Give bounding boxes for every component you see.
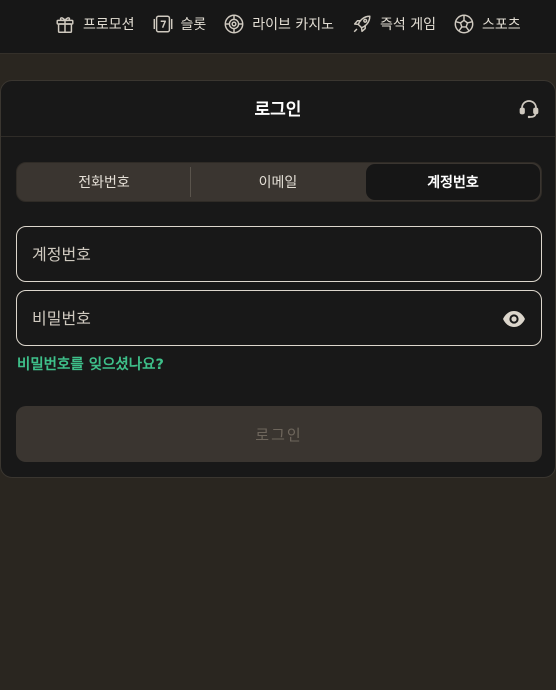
slot-machine-icon [152, 13, 174, 35]
top-navigation: 프로모션 슬롯 라이브 카지노 즉석 게임 스포츠 [0, 0, 556, 54]
login-button[interactable]: 로그인 [16, 406, 542, 462]
nav-item-slots[interactable]: 슬롯 [152, 13, 207, 35]
rocket-icon [351, 13, 373, 35]
login-card: 로그인 전화번호 이메일 계정번호 비밀번호를 잊으셨나요? [0, 80, 556, 478]
nav-item-instant-games[interactable]: 즉석 게임 [351, 13, 436, 35]
eye-icon[interactable] [502, 308, 526, 330]
nav-item-label: 스포츠 [482, 17, 521, 33]
headset-support-icon[interactable] [517, 97, 541, 121]
nav-item-promotion[interactable]: 프로모션 [54, 13, 135, 35]
tab-email[interactable]: 이메일 [191, 163, 365, 201]
nav-item-label: 슬롯 [180, 17, 207, 33]
gift-icon [54, 13, 76, 35]
forgot-password-link[interactable]: 비밀번호를 잊으셨나요? [17, 353, 164, 374]
login-method-tabs: 전화번호 이메일 계정번호 [16, 162, 542, 202]
password-input[interactable] [17, 291, 541, 345]
nav-item-label: 라이브 카지노 [252, 17, 335, 33]
tab-account[interactable]: 계정번호 [366, 164, 540, 200]
nav-item-label: 프로모션 [83, 17, 135, 33]
account-input[interactable] [17, 227, 541, 281]
nav-item-live-casino[interactable]: 라이브 카지노 [223, 13, 334, 35]
nav-item-label: 즉석 게임 [380, 17, 437, 33]
page-title: 로그인 [254, 100, 302, 120]
account-field [16, 226, 542, 282]
casino-chip-icon [223, 13, 245, 35]
tab-phone[interactable]: 전화번호 [17, 163, 191, 201]
login-header: 로그인 [1, 81, 555, 137]
nav-item-sports[interactable]: 스포츠 [453, 13, 521, 35]
password-field [16, 290, 542, 346]
soccer-ball-icon [453, 13, 475, 35]
